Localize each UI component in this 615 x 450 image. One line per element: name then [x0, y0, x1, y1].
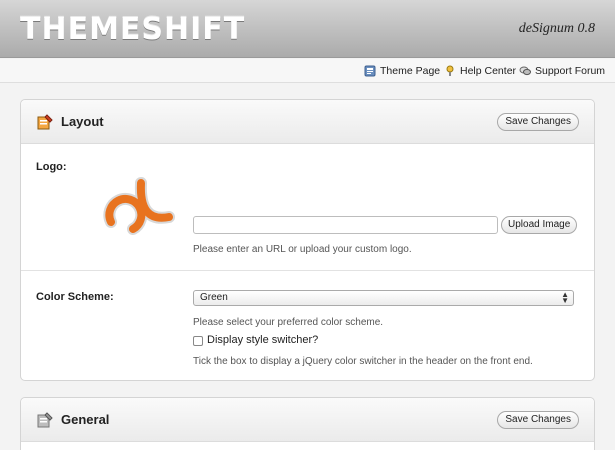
general-panel-header: General Save Changes [21, 398, 594, 442]
select-arrows-icon: ▲ ▼ [561, 290, 569, 305]
layout-panel: Layout Save Changes Logo: Upload Image P… [20, 99, 595, 381]
theme-page-label: Theme Page [380, 65, 441, 77]
general-panel-title: General [61, 412, 110, 427]
logo-row: Logo: Upload Image Please enter an URL o… [21, 145, 594, 271]
theme-page-link[interactable]: Theme Page [364, 64, 440, 78]
color-scheme-label: Color Scheme: [36, 291, 114, 303]
layout-icon [37, 114, 53, 130]
color-scheme-row: Color Scheme: Green ▲ ▼ Please select you… [21, 271, 594, 381]
style-switcher-label[interactable]: Display style switcher? [207, 334, 318, 346]
help-center-link[interactable]: Help Center [444, 64, 516, 78]
help-icon [446, 65, 454, 76]
color-scheme-select[interactable]: Green ▲ ▼ [193, 290, 574, 306]
upload-image-button[interactable]: Upload Image [501, 216, 578, 234]
color-scheme-selected: Green [200, 292, 228, 303]
top-links-bar: Theme Page Help Center Support Forum [0, 59, 615, 83]
custom-logo-preview [103, 177, 175, 235]
support-forum-icon [519, 66, 531, 76]
theme-version: deSignum 0.8 [518, 21, 595, 36]
support-forum-link[interactable]: Support Forum [519, 64, 605, 78]
style-switcher-checkbox[interactable] [193, 336, 203, 346]
general-icon [37, 412, 53, 428]
logo-hint: Please enter an URL or upload your custo… [193, 244, 412, 255]
logo-label: Logo: [36, 161, 67, 173]
theme-page-icon [364, 65, 376, 77]
color-scheme-hint: Please select your preferred color schem… [193, 317, 384, 328]
style-switcher-hint: Tick the box to display a jQuery color s… [193, 356, 533, 367]
support-forum-label: Support Forum [535, 65, 606, 77]
layout-panel-header: Layout Save Changes [21, 100, 594, 144]
layout-save-button[interactable]: Save Changes [497, 113, 579, 131]
brand-logo[interactable]: THEMESHIFT [20, 12, 245, 48]
general-panel: General Save Changes [20, 397, 595, 450]
help-center-label: Help Center [460, 65, 517, 77]
layout-panel-title: Layout [61, 114, 104, 129]
general-save-button[interactable]: Save Changes [497, 411, 579, 429]
app-header: THEMESHIFT deSignum 0.8 [0, 0, 615, 58]
logo-url-input[interactable] [193, 216, 498, 234]
